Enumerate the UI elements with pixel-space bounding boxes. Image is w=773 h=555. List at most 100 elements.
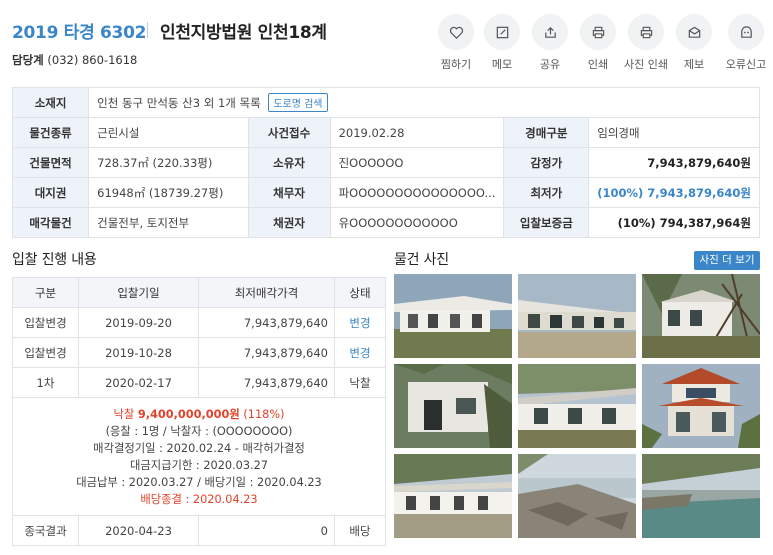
sold-rate: (118%)	[243, 407, 285, 421]
location-cell: 인천 동구 만석동 산3 외 1개 목록 도로명 검색	[88, 87, 760, 118]
property-info-table: 소재지 인천 동구 만석동 산3 외 1개 목록 도로명 검색 물건종류 근린시…	[11, 87, 760, 238]
bid-date: 2019-09-20	[78, 307, 199, 338]
info-label: 대지권	[11, 177, 90, 208]
bidding-table: 구분 입찰기일 최저매각가격 상태 입찰변경 2019-09-20 7,943,…	[12, 277, 386, 546]
bidding-header-row: 구분 입찰기일 최저매각가격 상태	[12, 277, 386, 308]
print-icon	[592, 26, 604, 38]
property-photo[interactable]	[518, 274, 636, 358]
memo-label: 메모	[491, 58, 513, 71]
payment-info: 대금납부 : 2020.03.27 / 배당기일 : 2020.04.23	[76, 475, 322, 489]
info-label: 입찰보증금	[503, 207, 590, 238]
more-photos-button[interactable]: 사진 더 보기	[694, 251, 760, 270]
info-value: 2019.02.28	[329, 117, 505, 148]
info-label: 물건종류	[11, 117, 90, 148]
department-label: 담당계	[12, 53, 44, 67]
bidding-section-title: 입찰 진행 내용	[12, 252, 97, 268]
photo-print-label: 사진 인쇄	[624, 58, 668, 71]
heart-icon	[449, 26, 463, 39]
table-row: 입찰변경 2019-09-20 7,943,879,640 변경	[12, 307, 386, 338]
info-label: 감정가	[503, 147, 590, 178]
info-value: 임의경매	[588, 117, 760, 148]
bid-deposit: (10%) 794,387,964원	[588, 207, 760, 238]
bid-status-link[interactable]: 변경	[334, 337, 386, 368]
decision-date: 매각결정기일 : 2020.02.24 - 매각허가결정	[93, 441, 305, 455]
payment-deadline: 대금지급기한 : 2020.03.27	[129, 458, 269, 472]
final-status: 배당	[334, 515, 386, 546]
sold-price: 9,400,000,000원	[137, 407, 240, 421]
bid-type: 입찰변경	[12, 337, 79, 368]
bid-price: 7,943,879,640	[198, 367, 335, 398]
bid-price: 7,943,879,640	[198, 337, 335, 368]
property-photo[interactable]	[518, 364, 636, 448]
sale-detail-row: 낙찰 9,400,000,000원 (118%) (응찰 : 1명 / 낙찰자 …	[12, 397, 386, 516]
location-value: 인천 동구 만석동 산3 외 1개 목록	[97, 96, 261, 110]
info-value: 진OOOOOO	[329, 147, 505, 178]
bidders-info: (응찰 : 1명 / 낙찰자 : (OOOOOOOO)	[105, 424, 293, 438]
case-header: 2019 타경 6302 인천지방법원 인천18계 담당계 (032) 860-…	[0, 0, 773, 80]
final-price: 0	[198, 515, 335, 546]
error-report-label: 오류신고	[725, 58, 767, 71]
photo-print-button[interactable]: 사진 인쇄	[622, 14, 670, 72]
info-label: 채권자	[247, 207, 331, 238]
action-bar: 찜하기 메모 공유 인쇄 사진 인쇄 제보 오류신고	[432, 14, 773, 74]
favorite-button[interactable]: 찜하기	[432, 14, 480, 72]
sold-label: 낙찰	[113, 407, 135, 421]
info-row: 매각물건 건물전부, 토지전부 채권자 유OOOOOOOOOOOO 입찰보증금 …	[11, 207, 760, 238]
bid-type: 입찰변경	[12, 307, 79, 338]
info-label: 최저가	[503, 177, 590, 208]
info-value: 61948㎡ (18739.27평)	[88, 177, 249, 208]
bid-price: 7,943,879,640	[198, 307, 335, 338]
share-button[interactable]: 공유	[526, 14, 574, 72]
title-divider	[147, 22, 148, 38]
info-row-location: 소재지 인천 동구 만석동 산3 외 1개 목록 도로명 검색	[11, 87, 760, 118]
sold-line: 낙찰 9,400,000,000원 (118%)	[13, 406, 385, 423]
property-photo[interactable]	[394, 364, 512, 448]
info-row: 건물면적 728.37㎡ (220.33평) 소유자 진OOOOOO 감정가 7…	[11, 147, 760, 178]
property-photo[interactable]	[394, 274, 512, 358]
bid-date: 2019-10-28	[78, 337, 199, 368]
department-info: 담당계 (032) 860-1618	[12, 52, 137, 68]
share-label: 공유	[539, 58, 561, 71]
info-row: 대지권 61948㎡ (18739.27평) 채무자 파OOOOOOOOOOOO…	[11, 177, 760, 208]
info-label: 매각물건	[11, 207, 90, 238]
column-header: 구분	[12, 277, 79, 308]
property-photo[interactable]	[394, 454, 512, 538]
case-number: 2019 타경 6302	[12, 23, 147, 43]
memo-icon	[496, 26, 508, 38]
info-label: 건물면적	[11, 147, 90, 178]
final-type: 종국결과	[12, 515, 79, 546]
favorite-label: 찜하기	[440, 58, 472, 71]
department-phone: (032) 860-1618	[47, 53, 138, 67]
property-photo[interactable]	[642, 274, 760, 358]
sale-detail: 낙찰 9,400,000,000원 (118%) (응찰 : 1명 / 낙찰자 …	[12, 397, 386, 516]
final-date: 2020-04-23	[78, 515, 199, 546]
final-result-row: 종국결과 2020-04-23 0 배당	[12, 515, 386, 546]
road-search-button[interactable]: 도로명 검색	[268, 93, 328, 112]
info-label: 경매구분	[503, 117, 590, 148]
info-value: 근린시설	[88, 117, 249, 148]
bid-status-link[interactable]: 변경	[334, 307, 386, 338]
column-header: 최저매각가격	[198, 277, 335, 308]
memo-button[interactable]: 메모	[478, 14, 526, 72]
property-photo[interactable]	[642, 364, 760, 448]
minimum-price: (100%) 7,943,879,640원	[588, 177, 760, 208]
report-icon	[688, 26, 700, 38]
share-icon	[544, 26, 556, 38]
photo-print-icon	[640, 26, 652, 38]
report-label: 제보	[683, 58, 705, 71]
info-value: 건물전부, 토지전부	[88, 207, 249, 238]
info-row: 물건종류 근린시설 사건접수 2019.02.28 경매구분 임의경매	[11, 117, 760, 148]
report-button[interactable]: 제보	[670, 14, 718, 72]
property-photo[interactable]	[518, 454, 636, 538]
error-report-button[interactable]: 오류신고	[722, 14, 770, 72]
bid-type: 1차	[12, 367, 79, 398]
table-row: 1차 2020-02-17 7,943,879,640 낙찰	[12, 367, 386, 398]
info-label: 소유자	[247, 147, 331, 178]
bid-status: 낙찰	[334, 367, 386, 398]
property-photo[interactable]	[642, 454, 760, 538]
photos-section-title: 물건 사진	[394, 252, 449, 268]
distribution-closed: 배당종결 : 2020.04.23	[140, 492, 258, 506]
error-report-icon	[740, 25, 752, 38]
info-label: 채무자	[247, 177, 331, 208]
print-button[interactable]: 인쇄	[574, 14, 622, 72]
